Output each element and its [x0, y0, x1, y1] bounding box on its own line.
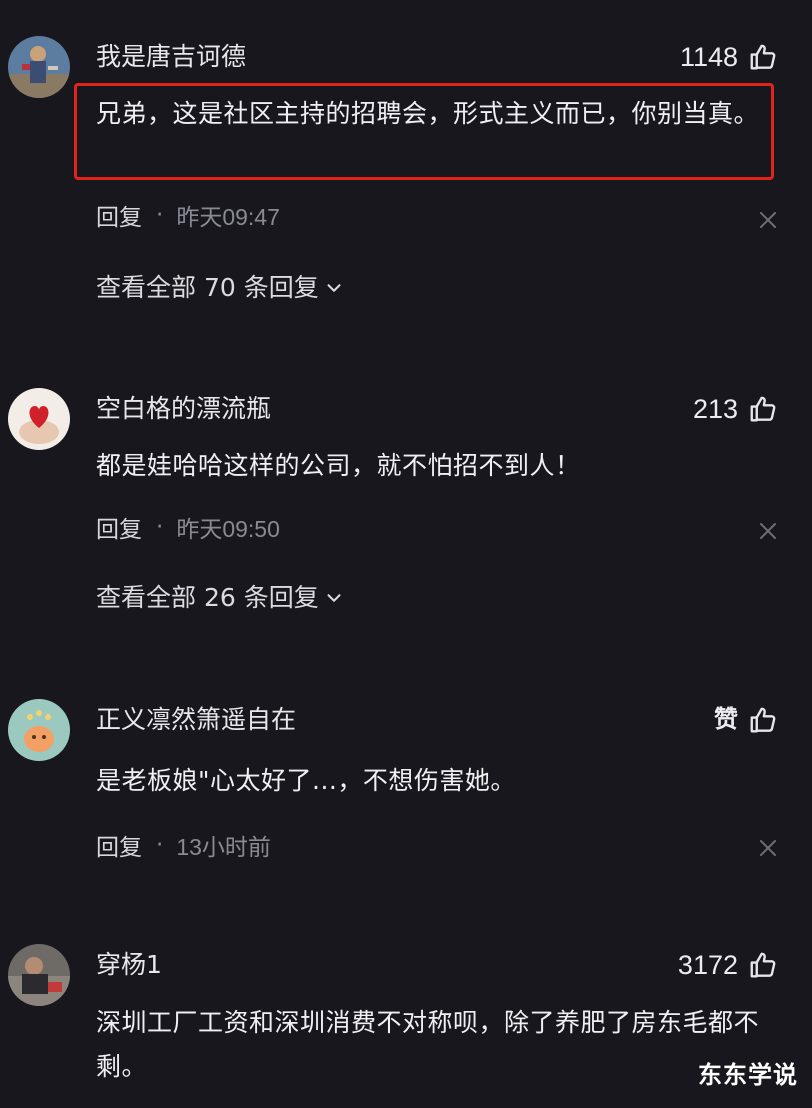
- username[interactable]: 我是唐吉诃德: [96, 42, 246, 72]
- username[interactable]: 正义凛然箫遥自在: [96, 705, 296, 735]
- like-count: 213: [692, 394, 738, 424]
- like-count: 1148: [679, 42, 738, 72]
- like-count: 3172: [677, 950, 738, 980]
- thumbs-up-icon: [750, 44, 776, 70]
- comment-meta: 回复 · 13小时前: [96, 828, 271, 862]
- comment-meta: 回复 · 昨天09:50: [96, 510, 280, 544]
- chevron-down-icon: [327, 284, 341, 292]
- like-button[interactable]: 赞: [714, 703, 778, 737]
- timestamp: 昨天09:47: [176, 204, 280, 230]
- like-label: 赞: [714, 706, 738, 733]
- like-button[interactable]: 213: [693, 392, 778, 426]
- comment-text: 是老板娘"心太好了...，不想伤害她。: [96, 766, 516, 795]
- comment-text: 深圳工厂工资和深圳消费不对称呗，除了养肥了房东毛都不剩。: [96, 1008, 760, 1081]
- watermark: 东东学说: [698, 1061, 798, 1089]
- view-replies-label: 查看全部 26 条回复: [96, 583, 319, 612]
- close-icon[interactable]: [758, 210, 778, 230]
- comment-text: 兄弟，这是社区主持的招聘会，形式主义而已，你别当真。: [96, 99, 760, 128]
- separator-dot: ·: [156, 202, 164, 228]
- view-replies-label: 查看全部 70 条回复: [96, 273, 319, 302]
- username[interactable]: 空白格的漂流瓶: [96, 394, 271, 424]
- reply-button[interactable]: 回复: [96, 510, 142, 544]
- comment-text: 都是娃哈哈这样的公司，就不怕招不到人！: [96, 451, 581, 480]
- thumbs-up-icon: [750, 707, 776, 733]
- reply-button[interactable]: 回复: [96, 828, 142, 862]
- username[interactable]: 穿杨1: [96, 950, 162, 980]
- avatar[interactable]: [8, 944, 70, 1006]
- avatar[interactable]: [8, 388, 70, 450]
- like-button[interactable]: 1148: [680, 40, 778, 74]
- timestamp: 昨天09:50: [176, 516, 280, 542]
- close-icon[interactable]: [758, 521, 778, 541]
- separator-dot: ·: [156, 514, 164, 540]
- comment-meta: 回复 · 昨天09:47: [96, 198, 280, 232]
- thumbs-up-icon: [750, 396, 776, 422]
- view-replies-link[interactable]: 查看全部 70 条回复: [96, 273, 345, 303]
- close-icon[interactable]: [758, 838, 778, 858]
- avatar[interactable]: [8, 36, 70, 98]
- view-replies-link[interactable]: 查看全部 26 条回复: [96, 583, 345, 613]
- timestamp: 13小时前: [176, 834, 271, 860]
- like-button[interactable]: 3172: [678, 948, 778, 982]
- avatar[interactable]: [8, 699, 70, 761]
- separator-dot: ·: [156, 832, 164, 858]
- thumbs-up-icon: [750, 952, 776, 978]
- chevron-down-icon: [327, 594, 341, 602]
- reply-button[interactable]: 回复: [96, 198, 142, 232]
